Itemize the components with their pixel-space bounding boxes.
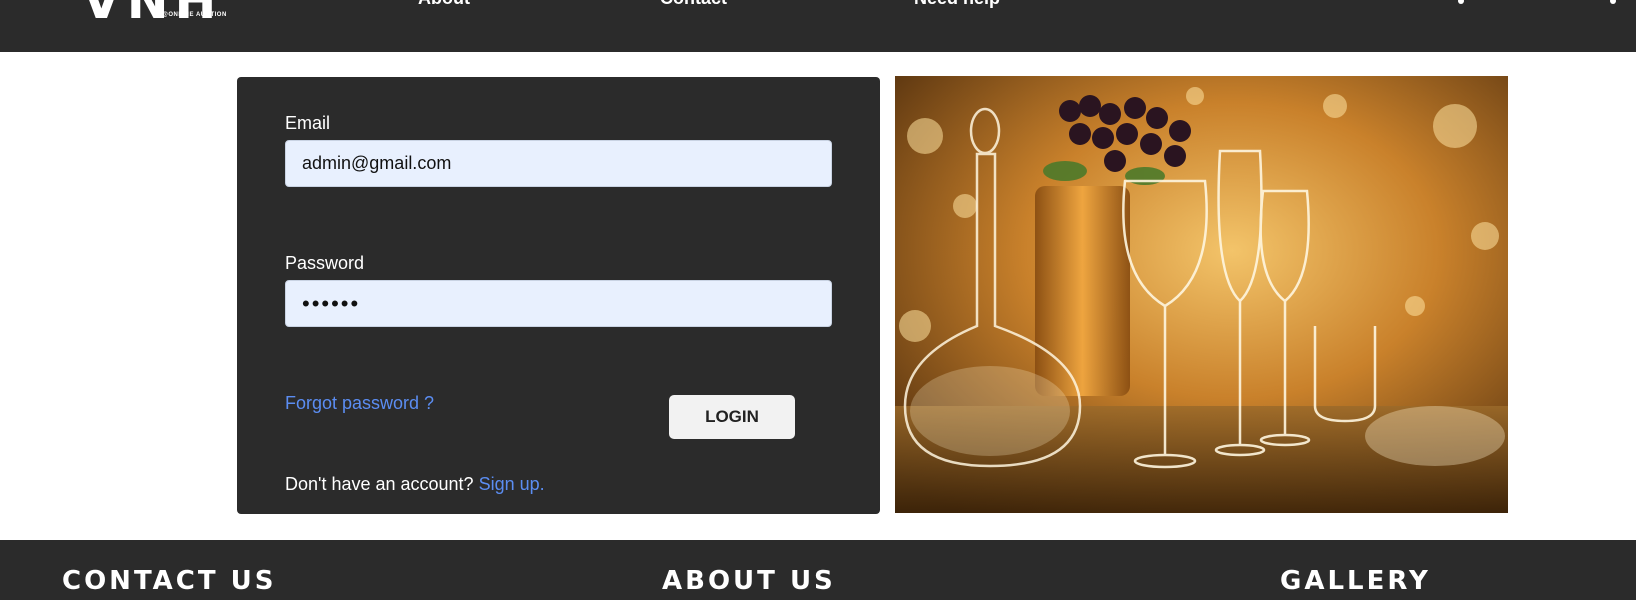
footer-gallery-heading: GALLERY: [1280, 566, 1431, 596]
site-footer: CONTACT US ABOUT US GALLERY: [0, 540, 1636, 600]
password-label: Password: [285, 253, 365, 273]
logo-tagline: @ONLINE AUCTION: [162, 12, 227, 18]
signup-prompt: Don't have an account? Sign up.: [285, 474, 545, 495]
nav-contact-link[interactable]: Contact: [660, 0, 727, 9]
signup-link[interactable]: Sign up.: [479, 474, 545, 494]
no-account-text: Don't have an account?: [285, 474, 474, 494]
nav-need-help-link[interactable]: Need help: [914, 0, 1000, 9]
top-navbar: VNH @ONLINE AUCTION About Contact Need h…: [0, 0, 1636, 52]
forgot-password-link[interactable]: Forgot password ?: [285, 393, 434, 414]
nav-about-link[interactable]: About: [418, 0, 470, 9]
password-field[interactable]: [285, 280, 832, 327]
login-card: Email Password Forgot password ? LOGIN D…: [237, 77, 880, 514]
site-logo[interactable]: VNH @ONLINE AUCTION: [82, 0, 226, 26]
glassware-photo: [895, 76, 1508, 513]
footer-contact-heading: CONTACT US: [62, 566, 277, 596]
glassware-illustration: [895, 76, 1508, 513]
email-label: Email: [285, 113, 331, 133]
cart-icon[interactable]: [1610, 0, 1616, 4]
user-icon[interactable]: [1458, 0, 1464, 4]
email-field[interactable]: [285, 140, 832, 187]
footer-about-heading: ABOUT US: [662, 566, 836, 596]
login-button[interactable]: LOGIN: [669, 395, 795, 439]
